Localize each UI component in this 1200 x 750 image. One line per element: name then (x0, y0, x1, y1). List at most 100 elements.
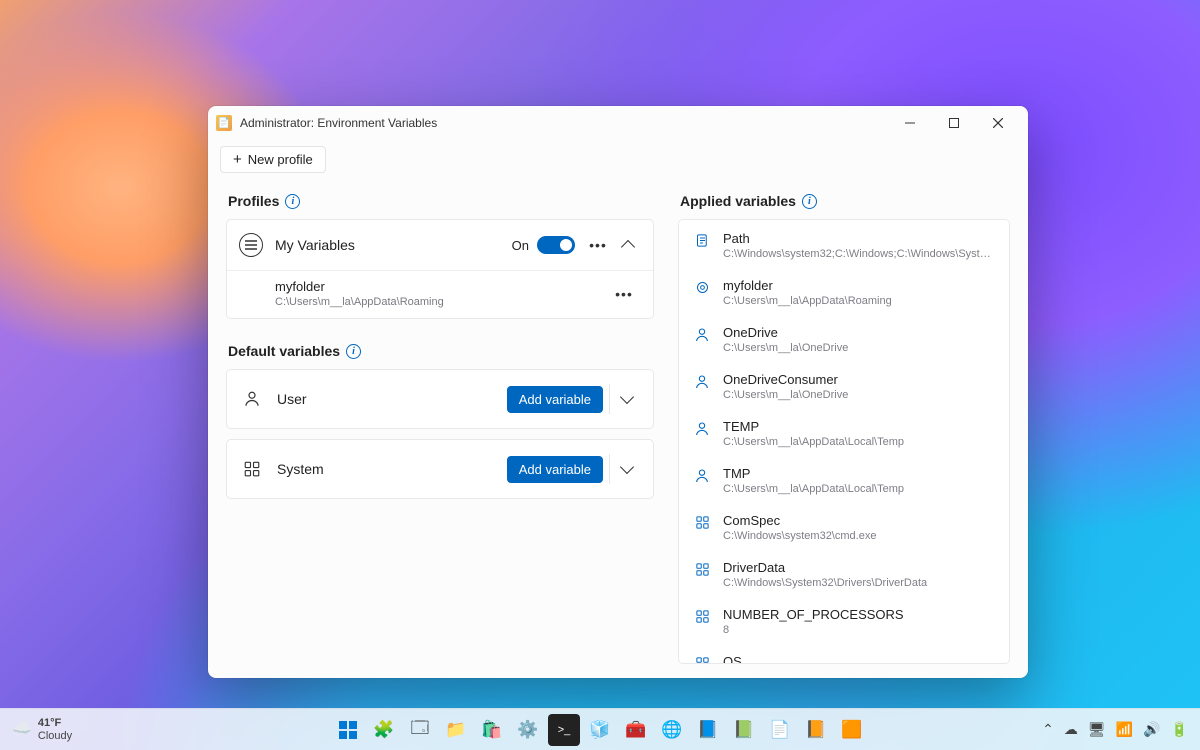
user-label: User (277, 391, 507, 407)
variable-value: C:\Users\m__la\AppData\Roaming (275, 296, 611, 308)
volume-tray-icon[interactable]: 🔊 (1143, 721, 1160, 738)
user-expand-button[interactable] (609, 384, 643, 414)
system-variables-card: System Add variable (226, 439, 654, 499)
wifi-tray-icon[interactable]: 📶 (1116, 721, 1133, 738)
applied-variable-name: OneDrive (723, 325, 995, 340)
taskbar[interactable]: ☁️ 41°F Cloudy 🧩 🗔 📁 🛍️ ⚙️ >_ 🧊 🧰 🌐 📘 📗 … (0, 708, 1200, 750)
profile-toggle[interactable] (537, 236, 575, 254)
system-tray: ⌃ ☁ 🖥 📶 🔊 🔋 (1042, 721, 1188, 738)
battery-tray-icon[interactable]: 🔋 (1171, 721, 1188, 738)
applied-variable-row[interactable]: OneDrive C:\Users\m__la\OneDrive (679, 316, 1009, 363)
plus-icon: + (233, 152, 242, 167)
taskbar-app[interactable]: 📗 (728, 714, 760, 746)
chevron-down-icon (619, 460, 633, 474)
system-icon (693, 562, 711, 577)
applied-variable-value: 8 (723, 624, 995, 636)
applied-variable-row[interactable]: TEMP C:\Users\m__la\AppData\Local\Temp (679, 410, 1009, 457)
target-icon (693, 280, 711, 295)
variable-more-button[interactable]: ••• (611, 281, 637, 307)
taskbar-app[interactable]: 📙 (800, 714, 832, 746)
profile-name: My Variables (275, 237, 512, 253)
applied-variable-name: TMP (723, 466, 995, 481)
minimize-button[interactable] (888, 108, 932, 138)
applied-variables-list[interactable]: PathC:\Windows\system32;C:\Windows;C:\Wi… (678, 219, 1010, 664)
info-icon[interactable]: i (285, 194, 300, 209)
file-explorer-button[interactable]: 📁 (440, 714, 472, 746)
taskbar-app[interactable]: 🟧 (836, 714, 868, 746)
applied-variable-name: DriverData (723, 560, 995, 575)
system-row: System Add variable (227, 440, 653, 498)
applied-variable-name: NUMBER_OF_PROCESSORS (723, 607, 995, 622)
variable-name: myfolder (275, 279, 611, 294)
taskbar-app[interactable]: 🗔 (404, 714, 436, 746)
info-icon[interactable]: i (802, 194, 817, 209)
applied-variables-label: Applied variables (680, 193, 796, 209)
profiles-header: Profiles i (228, 193, 652, 209)
toolbar: + New profile (208, 140, 1028, 183)
user-icon (693, 468, 711, 484)
applied-variable-row[interactable]: DriverDataC:\Windows\System32\Drivers\Dr… (679, 551, 1009, 598)
add-variable-system-button[interactable]: Add variable (507, 456, 603, 483)
system-icon (693, 656, 711, 664)
applied-variable-row[interactable]: myfolder C:\Users\m__la\AppData\Roaming (679, 269, 1009, 316)
applied-variable-row[interactable]: OSWindows_NT (679, 645, 1009, 664)
taskbar-app[interactable]: 🧰 (620, 714, 652, 746)
taskbar-app[interactable]: 📄 (764, 714, 796, 746)
settings-button[interactable]: ⚙️ (512, 714, 544, 746)
applied-variable-value: C:\Users\m__la\AppData\Roaming (723, 295, 995, 307)
applied-variable-value: C:\Users\m__la\AppData\Local\Temp (723, 483, 995, 495)
start-button[interactable] (332, 714, 364, 746)
taskbar-app[interactable]: 📘 (692, 714, 724, 746)
applied-variable-name: OneDriveConsumer (723, 372, 995, 387)
default-variables-label: Default variables (228, 343, 340, 359)
weather-condition: Cloudy (38, 730, 72, 743)
user-row: User Add variable (227, 370, 653, 428)
applied-variable-name: TEMP (723, 419, 995, 434)
taskbar-weather[interactable]: ☁️ 41°F Cloudy (12, 717, 72, 742)
applied-variable-row[interactable]: NUMBER_OF_PROCESSORS 8 (679, 598, 1009, 645)
profile-collapse-button[interactable] (615, 232, 641, 258)
profile-more-button[interactable]: ••• (585, 232, 611, 258)
applied-variable-value: C:\Users\m__la\AppData\Local\Temp (723, 436, 995, 448)
applied-variable-row[interactable]: TMP C:\Users\m__la\AppData\Local\Temp (679, 457, 1009, 504)
applied-variable-name: OS (723, 654, 995, 664)
user-icon (693, 421, 711, 437)
user-variables-card: User Add variable (226, 369, 654, 429)
tray-chevron-icon[interactable]: ⌃ (1042, 721, 1054, 738)
system-expand-button[interactable] (609, 454, 643, 484)
user-icon (241, 390, 263, 408)
system-icon (241, 460, 263, 478)
cloud-icon: ☁️ (12, 720, 32, 738)
app-icon: 📄 (216, 115, 232, 131)
applied-variable-row[interactable]: ComSpecC:\Windows\system32\cmd.exe (679, 504, 1009, 551)
applied-variable-value: C:\Windows\system32;C:\Windows;C:\Window… (723, 248, 995, 260)
info-icon[interactable]: i (346, 344, 361, 359)
toggle-on-label: On (512, 238, 529, 253)
window-title: Administrator: Environment Variables (240, 116, 437, 130)
system-label: System (277, 461, 507, 477)
terminal-button[interactable]: >_ (548, 714, 580, 746)
applied-variable-name: myfolder (723, 278, 995, 293)
desktop-wallpaper: 📄 Administrator: Environment Variables +… (0, 0, 1200, 750)
edge-button[interactable]: 🌐 (656, 714, 688, 746)
tray-device-icon[interactable]: 🖥 (1088, 721, 1106, 738)
env-vars-window: 📄 Administrator: Environment Variables +… (208, 106, 1028, 678)
system-icon (693, 515, 711, 530)
applied-variable-row[interactable]: PathC:\Windows\system32;C:\Windows;C:\Wi… (679, 222, 1009, 269)
close-button[interactable] (976, 108, 1020, 138)
applied-variables-header: Applied variables i (680, 193, 1008, 209)
default-variables-header: Default variables i (228, 343, 652, 359)
taskbar-app[interactable]: 🧩 (368, 714, 400, 746)
chevron-up-icon (621, 240, 635, 254)
profile-row[interactable]: My Variables On ••• (227, 220, 653, 271)
maximize-button[interactable] (932, 108, 976, 138)
taskbar-app[interactable]: 🧊 (584, 714, 616, 746)
titlebar[interactable]: 📄 Administrator: Environment Variables (208, 106, 1028, 140)
add-variable-user-button[interactable]: Add variable (507, 386, 603, 413)
applied-variable-row[interactable]: OneDriveConsumerC:\Users\m__la\OneDrive (679, 363, 1009, 410)
profile-variable-row[interactable]: myfolder C:\Users\m__la\AppData\Roaming … (227, 271, 653, 318)
new-profile-button[interactable]: + New profile (220, 146, 326, 173)
taskbar-app[interactable]: 🛍️ (476, 714, 508, 746)
onedrive-tray-icon[interactable]: ☁ (1064, 721, 1078, 738)
applied-variable-value: C:\Users\m__la\OneDrive (723, 342, 995, 354)
